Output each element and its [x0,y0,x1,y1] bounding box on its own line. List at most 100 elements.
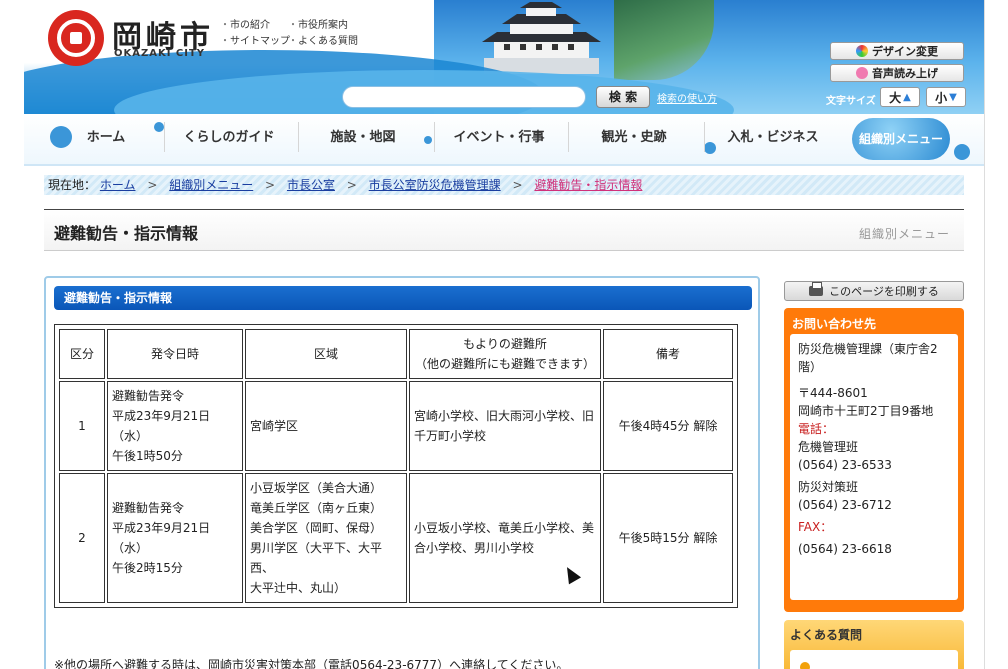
nav-facilities-map[interactable]: 施設・地図 [300,124,426,152]
col-header-area: 区域 [245,329,407,379]
nav-divider [704,122,705,152]
nav-bidding-business[interactable]: 入札・ビジネス [708,124,838,152]
nav-divider [298,122,299,152]
main-content: 避難勧告・指示情報 区分 発令日時 区域 もよりの避難所 （他の避難所にも避難で… [44,276,760,669]
castle-illustration [482,2,601,74]
arrow-down-icon: ▼ [949,91,957,103]
cell-area: 宮崎学区 [245,381,407,471]
nav-events[interactable]: イベント・行事 [436,124,562,152]
read-aloud-button[interactable]: 音声読み上げ [830,64,964,82]
breadcrumb-item-org-menu[interactable]: 組織別メニュー [169,178,253,192]
read-aloud-label: 音声読み上げ [872,67,938,80]
nav-divider [164,122,165,152]
bubble-decoration-icon [50,126,72,148]
col-header-datetime: 発令日時 [107,329,243,379]
bullet-icon [800,662,810,669]
contact-fax: (0564) 23-6618 [798,542,892,556]
breadcrumb-separator: > [147,178,158,192]
font-size-large-button[interactable]: 大 ▲ [880,87,920,107]
col-header-note: 備考 [603,329,733,379]
contact-heading: お問い合わせ先 [792,317,877,331]
contact-details: 防災危機管理課（東庁舎2階） 〒444-8601 岡崎市十王町2丁目9番地 電話… [790,334,958,600]
breadcrumb-item-disaster-dept[interactable]: 市長公室防災危機管理課 [369,178,501,192]
breadcrumb-separator: > [512,178,523,192]
print-page-label: このページを印刷する [829,285,939,298]
evacuation-note: ※他の場所へ避難する時は、岡崎市災害対策本部（電話0564-23-6777）へ連… [54,658,569,669]
nav-org-menu[interactable]: 組織別メニュー [852,118,950,160]
contact-box: お問い合わせ先 防災危機管理課（東庁舎2階） 〒444-8601 岡崎市十王町2… [784,308,964,612]
nav-sightseeing[interactable]: 観光・史跡 [570,124,698,152]
site-header: 岡崎市 OKAZAKI CITY 市の紹介 市役所案内 サイトマップ よくある質… [24,0,984,114]
table-row: 1 避難勧告発令 平成23年9月21日（水） 午後1時50分 宮崎学区 宮崎小学… [59,381,733,471]
cell-shelter: 小豆坂小学校、竜美丘小学校、美合小学校、男川小学校 [409,473,601,603]
logo-emblem-icon [57,19,95,57]
table-header-row: 区分 発令日時 区域 もよりの避難所 （他の避難所にも避難できます） 備考 [59,329,733,379]
bubble-decoration-icon [424,136,432,144]
search-button[interactable]: 検 索 [596,86,650,108]
link-city-intro[interactable]: 市の紹介 [220,18,288,34]
font-size-large-label: 大 [889,90,902,105]
cell-shelter: 宮崎小学校、旧大雨河小学校、旧千万町小学校 [409,381,601,471]
content-wrap: 岡崎市 OKAZAKI CITY 市の紹介 市役所案内 サイトマップ よくある質… [24,0,984,669]
search-help-link[interactable]: 検索の使い方 [657,90,717,105]
color-wheel-icon [856,45,868,57]
table-row: 2 避難勧告発令 平成23年9月21日（水） 午後2時15分 小豆坂学区（美合大… [59,473,733,603]
print-page-button[interactable]: このページを印刷する [784,281,964,301]
design-change-label: デザイン変更 [872,45,938,58]
contact-fax-label: FAX： [798,520,833,534]
cell-note: 午後5時15分 解除 [603,473,733,603]
breadcrumb-separator: > [265,178,276,192]
cell-note: 午後4時45分 解除 [603,381,733,471]
page: 岡崎市 OKAZAKI CITY 市の紹介 市役所案内 サイトマップ よくある質… [0,0,1008,669]
link-city-hall[interactable]: 市役所案内 [288,18,368,34]
link-sitemap[interactable]: サイトマップ [220,34,290,50]
contact-address: 岡崎市十王町2丁目9番地 [798,404,934,418]
breadcrumb-separator: > [346,178,357,192]
bubble-decoration-icon [154,122,164,132]
contact-line2-tel: (0564) 23-6712 [798,498,892,512]
cell-category: 2 [59,473,105,603]
contact-postal: 〒444-8601 [798,386,868,400]
evacuation-table-wrapper: 区分 発令日時 区域 もよりの避難所 （他の避難所にも避難できます） 備考 1 … [54,324,738,608]
cell-area: 小豆坂学区（美合大通） 竜美丘学区（南ヶ丘東） 美合学区（岡町、保母） 男川学区… [245,473,407,603]
nav-divider [434,122,435,152]
font-size-label: 文字サイズ [826,96,876,107]
cell-datetime: 避難勧告発令 平成23年9月21日（水） 午後1時50分 [107,381,243,471]
col-header-category: 区分 [59,329,105,379]
search-input[interactable] [342,86,586,108]
city-logo[interactable] [48,10,104,66]
contact-line1-name: 危機管理班 [798,440,859,454]
cell-category: 1 [59,381,105,471]
printer-icon [809,282,824,296]
breadcrumb-label: 現在地： [48,178,97,192]
global-nav: ホーム くらしのガイド 施設・地図 イベント・行事 観光・史跡 入札・ビジネス … [24,114,984,166]
contact-line1-tel: (0564) 23-6533 [798,458,892,472]
heart-icon [856,67,868,79]
breadcrumb-item-mayor-office[interactable]: 市長公室 [287,178,335,192]
contact-dept: 防災危機管理課（東庁舎2階） [798,342,938,374]
nav-life-guide[interactable]: くらしのガイド [166,124,292,152]
city-name-en: OKAZAKI CITY [114,48,206,59]
link-faq[interactable]: よくある質問 [288,34,368,50]
faq-heading: よくある質問 [790,628,863,642]
bubble-decoration-icon [954,144,970,160]
cell-datetime: 避難勧告発令 平成23年9月21日（水） 午後2時15分 [107,473,243,603]
nav-home[interactable]: ホーム [76,124,136,152]
page-gutter [984,0,1008,669]
arrow-up-icon: ▲ [903,91,911,103]
font-size-small-button[interactable]: 小 ▼ [926,87,966,107]
breadcrumb-item-home[interactable]: ホーム [100,178,136,192]
evacuation-table: 区分 発令日時 区域 もよりの避難所 （他の避難所にも避難できます） 備考 1 … [57,327,735,605]
contact-line2-name: 防災対策班 [798,480,859,494]
contact-phone-label: 電話： [798,422,835,436]
header-top-links: 市の紹介 市役所案内 サイトマップ よくある質問 [220,18,370,50]
design-change-button[interactable]: デザイン変更 [830,42,964,60]
col-header-shelter: もよりの避難所 （他の避難所にも避難できます） [409,329,601,379]
faq-box: よくある質問 [784,620,964,669]
title-bar: 避難勧告・指示情報 組織別メニュー [44,209,964,251]
nav-divider [568,122,569,152]
font-size-small-label: 小 [935,90,948,105]
breadcrumb-item-current[interactable]: 避難勧告・指示情報 [534,178,642,192]
section-heading: 避難勧告・指示情報 [54,286,752,310]
org-menu-link[interactable]: 組織別メニュー [859,225,950,242]
